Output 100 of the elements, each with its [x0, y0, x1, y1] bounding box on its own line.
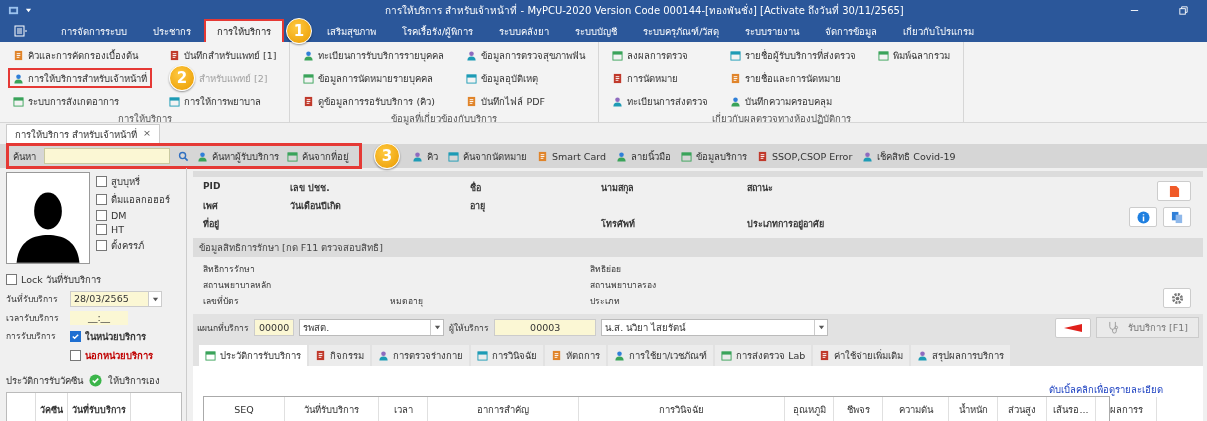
- dropdown-button[interactable]: [148, 291, 162, 307]
- ribbon-item[interactable]: รายชื่อผู้รับบริการที่ส่งตรวจ: [725, 45, 862, 65]
- tab[interactable]: การใช้ยา/เวชภัณฑ์: [608, 345, 714, 366]
- column-header: ความดัน: [883, 397, 949, 421]
- ribbon-item[interactable]: ลงผลการตรวจ: [607, 45, 714, 65]
- ribbon-item[interactable]: การให้บริการสำหรับเจ้าหน้าที่: [8, 68, 152, 88]
- field-label: สถานพยาบาลหลัก: [203, 279, 272, 292]
- column-header: เวลา: [379, 397, 428, 421]
- column-header: เส้นรอ...: [1047, 397, 1096, 421]
- field-label: ประวัติการรับวัคซีน: [6, 374, 83, 388]
- checkbox[interactable]: [96, 176, 107, 187]
- checkbox[interactable]: [96, 240, 107, 251]
- search-field[interactable]: [44, 148, 170, 164]
- ribbon-item[interactable]: พิมพ์ฉลากรวม: [873, 45, 956, 65]
- gear-icon[interactable]: [1170, 291, 1184, 305]
- tab[interactable]: การส่งตรวจ Lab: [715, 345, 812, 366]
- code-field[interactable]: 00003: [494, 319, 597, 336]
- ribbon-item[interactable]: ระบบการสังเกตอาการ: [8, 91, 152, 111]
- restore-icon[interactable]: [1178, 4, 1189, 16]
- ribbon-item[interactable]: ทะเบียนการรับบริการรายบุคคล: [298, 45, 450, 65]
- ribbon-item[interactable]: บันทึกสำหรับแพทย์ [1]: [164, 45, 282, 65]
- code-field[interactable]: 00000: [254, 319, 295, 336]
- field-label: PID: [203, 181, 222, 193]
- caret-icon[interactable]: [433, 324, 441, 331]
- tab[interactable]: การตรวจร่างกาย: [372, 345, 469, 366]
- ribbon-tab[interactable]: ระบบรายงาน: [732, 18, 813, 44]
- checkbox[interactable]: [70, 331, 81, 342]
- ribbon-tab[interactable]: เสริมสุขภาพ: [314, 18, 389, 44]
- toolbar-button[interactable]: Smart Card: [537, 150, 606, 162]
- settings-button[interactable]: [1163, 288, 1191, 308]
- provider-dropdown[interactable]: น.ส. นวิยา ไสยรัตน์: [601, 319, 829, 336]
- ribbon-item[interactable]: บันทึกความครอบคลุม: [725, 91, 862, 111]
- menu-icon[interactable]: [14, 25, 28, 37]
- toolbar-button[interactable]: SSOP,CSOP Error: [757, 150, 853, 162]
- caret-icon[interactable]: [151, 295, 159, 303]
- time-field[interactable]: __:__: [70, 311, 128, 325]
- checkbox-label: DM: [111, 210, 127, 221]
- ribbon-item[interactable]: บันทึกไฟล์ PDF: [461, 91, 591, 111]
- ribbon-tab[interactable]: ระบบคลังยา: [486, 18, 563, 44]
- toolbar-button[interactable]: เช็คสิทธิ Covid-19: [862, 148, 956, 164]
- ribbon-tab[interactable]: จัดการข้อมูล: [812, 18, 891, 44]
- ribbon-item[interactable]: คิวและการคัดกรองเบื้องต้น: [8, 45, 152, 65]
- toolbar-button[interactable]: คิว: [412, 148, 438, 164]
- pdf-file-icon[interactable]: [1168, 184, 1180, 198]
- field-label: ประเภทการอยู่อาศัย: [747, 218, 825, 231]
- column-header: ส่วนสูง: [998, 397, 1047, 421]
- dropdown-arrow-icon[interactable]: [25, 6, 32, 14]
- toolbar-button[interactable]: ค้นจากที่อยู่: [287, 148, 349, 164]
- pdf-button[interactable]: [1157, 181, 1191, 201]
- field-label: เพศ: [203, 200, 219, 213]
- checkbox[interactable]: [96, 194, 107, 205]
- ribbon-item[interactable]: การให้การพยาบาล: [164, 91, 282, 111]
- ribbon-item[interactable]: ดูข้อมูลการรอรับบริการ (คิว): [298, 91, 450, 111]
- checkbox[interactable]: [96, 224, 107, 235]
- person-icon: [378, 350, 389, 361]
- tab[interactable]: การวินิจฉัย: [471, 345, 543, 366]
- ribbon-tab[interactable]: การจัดการระบบ: [48, 18, 140, 44]
- ribbon-tab[interactable]: โรคเรื้อรัง/ผู้พิการ: [389, 18, 487, 44]
- caret-icon[interactable]: [817, 324, 825, 331]
- search-icon[interactable]: [178, 150, 189, 162]
- tab[interactable]: ค่าใช้จ่ายเพิ่มเติม: [813, 345, 910, 366]
- field-label: สถานะ: [747, 182, 774, 195]
- ribbon-tab[interactable]: ระบบบัญชี: [562, 18, 631, 44]
- info-button[interactable]: [1129, 207, 1157, 227]
- person-icon: [862, 150, 874, 162]
- field-label: ที่อยู่: [203, 217, 220, 231]
- ribbon-item[interactable]: ข้อมูลการตรวจสุขภาพฟัน: [461, 45, 591, 65]
- toolbar-button[interactable]: ค้นหาผู้รับบริการ: [197, 148, 279, 164]
- ribbon-item[interactable]: ข้อมูลการนัดหมายรายบุคคล: [298, 68, 450, 88]
- flag-icon[interactable]: [1063, 322, 1084, 333]
- info-icon[interactable]: [1136, 210, 1150, 224]
- toolbar-button[interactable]: ลายนิ้วมือ: [616, 148, 671, 164]
- documents-icon[interactable]: [1170, 210, 1184, 224]
- close-icon[interactable]: ×: [143, 127, 151, 142]
- checkbox[interactable]: [70, 350, 81, 361]
- document-tab[interactable]: การให้บริการ สำหรับเจ้าหน้าที่ ×: [6, 124, 160, 144]
- checkbox[interactable]: [96, 210, 107, 221]
- ribbon-item[interactable]: การนัดหมาย: [607, 68, 714, 88]
- tab[interactable]: สรุปผลการบริการ: [911, 345, 1011, 366]
- receive-service-button[interactable]: รับบริการ [F1]: [1096, 317, 1199, 338]
- ribbon-item[interactable]: ทะเบียนการส่งตรวจ: [607, 91, 714, 111]
- status-label: ให้บริการเอง: [108, 374, 160, 388]
- numbered-callout: 1: [286, 18, 312, 44]
- field-label: ประเภท: [590, 295, 621, 308]
- ribbon-tab[interactable]: ระบบครุภัณฑ์/วัสดุ: [630, 18, 733, 44]
- date-field[interactable]: 28/03/2565: [70, 291, 149, 307]
- tab[interactable]: หัตถการ: [545, 345, 606, 366]
- documents-button[interactable]: [1163, 207, 1191, 227]
- tab[interactable]: กิจกรรม: [309, 345, 370, 366]
- department-dropdown[interactable]: รพสต.: [299, 319, 445, 336]
- ribbon-tab[interactable]: ประชากร: [140, 18, 204, 44]
- toolbar-button[interactable]: ค้นจากนัดหมาย: [448, 148, 527, 164]
- ribbon-item[interactable]: ข้อมูลอุบัติเหตุ: [461, 68, 591, 88]
- toolbar-button[interactable]: ข้อมูลบริการ: [681, 148, 747, 164]
- flag-button[interactable]: [1055, 317, 1092, 338]
- ribbon-tab[interactable]: เกี่ยวกับโปรแกรม: [890, 18, 988, 44]
- tab[interactable]: ประวัติการรับบริการ: [199, 345, 307, 366]
- ribbon-item[interactable]: รายชื่อและการนัดหมาย: [725, 68, 862, 88]
- hint-link[interactable]: ดับเบิ้ลคลิกเพื่อดูรายละเอียด: [1049, 382, 1163, 396]
- checkbox[interactable]: [6, 274, 17, 285]
